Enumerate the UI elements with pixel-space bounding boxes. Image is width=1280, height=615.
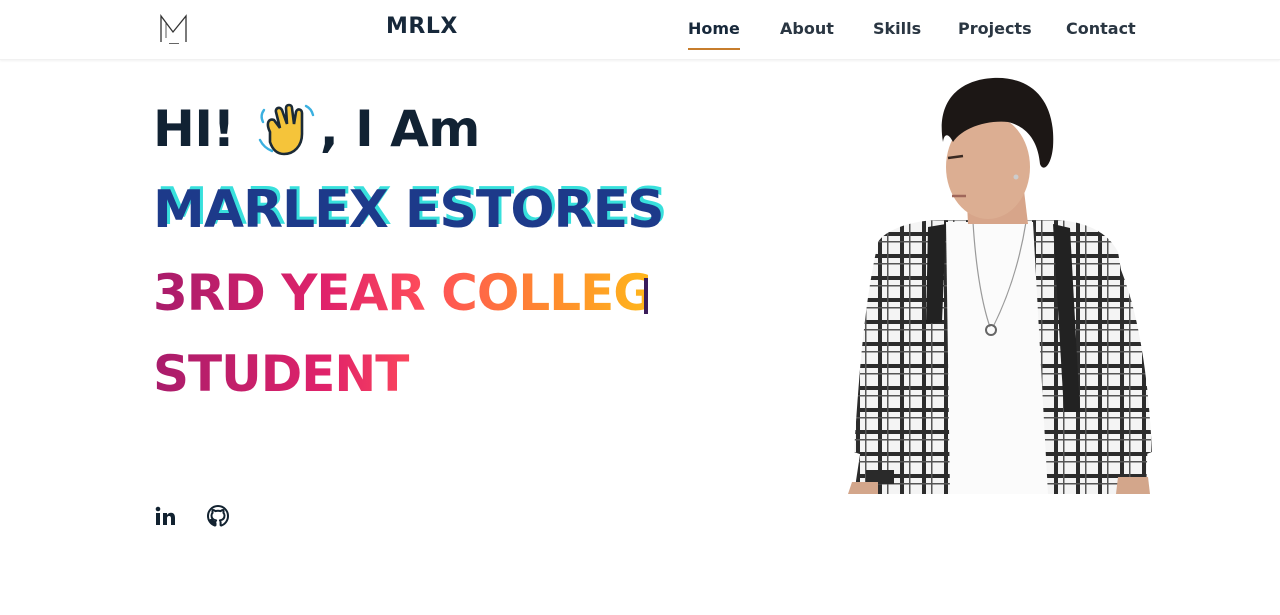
profile-photo bbox=[848, 77, 1152, 494]
greeting-heading: HI! , I Am bbox=[153, 98, 480, 158]
hero-section: HI! , I Am MARLEX ESTORES 3RD YEAR COLLE… bbox=[0, 60, 1280, 615]
nav-home[interactable]: Home bbox=[688, 19, 740, 50]
nav-projects[interactable]: Projects bbox=[958, 19, 1032, 38]
role-line-1: 3RD YEAR COLLEGE bbox=[153, 264, 687, 322]
nav-about[interactable]: About bbox=[780, 19, 834, 38]
role-line-2: STUDENT bbox=[153, 345, 648, 403]
nav-home-label: Home bbox=[688, 19, 740, 38]
top-navbar: MRLX Home About Skills Projects Contact bbox=[0, 0, 1280, 60]
greeting-hi: HI! bbox=[153, 100, 235, 158]
linkedin-icon[interactable] bbox=[153, 504, 177, 528]
waving-hand-icon bbox=[258, 103, 314, 156]
typing-caret bbox=[644, 278, 648, 314]
nav-skills[interactable]: Skills bbox=[873, 19, 921, 38]
github-icon[interactable] bbox=[206, 504, 230, 528]
nav-contact-label: Contact bbox=[1066, 19, 1136, 38]
main-nav: Home About Skills Projects Contact bbox=[0, 19, 1280, 51]
active-nav-indicator bbox=[688, 48, 740, 50]
nav-contact[interactable]: Contact bbox=[1066, 19, 1136, 38]
hero-name: MARLEX ESTORES bbox=[153, 180, 665, 240]
nav-skills-label: Skills bbox=[873, 19, 922, 38]
nav-projects-label: Projects bbox=[958, 19, 1032, 38]
greeting-i-am: , I Am bbox=[319, 100, 481, 158]
nav-about-label: About bbox=[780, 19, 834, 38]
